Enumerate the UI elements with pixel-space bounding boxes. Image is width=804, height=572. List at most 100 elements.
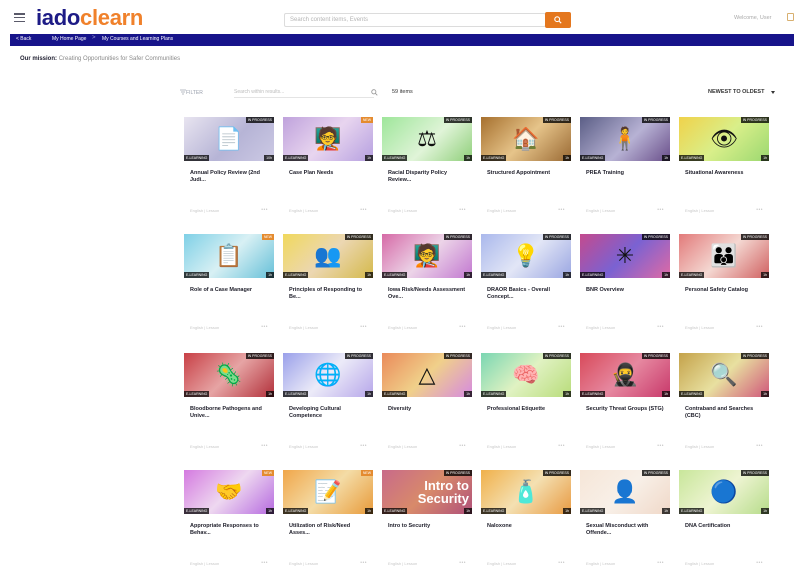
more-options-icon[interactable]: ••• [459, 560, 466, 566]
course-card[interactable]: 🧴 IN PROGRESS E-LEARNING 1h Naloxone English … [481, 470, 571, 572]
course-card[interactable]: 🧑‍🏫 NEW E-LEARNING 1h Case Plan Needs English… [283, 117, 373, 219]
course-title[interactable]: Role of a Case Manager [190, 287, 268, 294]
course-title[interactable]: Situational Awareness [685, 170, 763, 177]
chevron-down-icon[interactable] [771, 91, 775, 94]
course-thumbnail[interactable]: 🧴 IN PROGRESS E-LEARNING 1h [481, 470, 571, 514]
course-card[interactable]: 📋 NEW E-LEARNING 1h Role of a Case Manager En… [184, 234, 274, 336]
more-options-icon[interactable]: ••• [261, 560, 268, 566]
course-title[interactable]: PREA Training [586, 170, 664, 177]
course-card[interactable]: 👥 IN PROGRESS E-LEARNING 1h Principles of Re… [283, 234, 373, 336]
course-thumbnail[interactable]: 📝 NEW E-LEARNING 1h [283, 470, 373, 514]
course-thumbnail[interactable]: 👤 IN PROGRESS E-LEARNING 1h [580, 470, 670, 514]
course-card[interactable]: 📝 NEW E-LEARNING 1h Utilization of Risk/Need… [283, 470, 373, 572]
search-icon[interactable] [371, 89, 378, 96]
course-title[interactable]: Appropriate Responses to Behav... [190, 523, 268, 536]
more-options-icon[interactable]: ••• [261, 207, 268, 213]
course-thumbnail[interactable]: 📄 IN PROGRESS E-LEARNING 10h [184, 117, 274, 161]
course-title[interactable]: Personal Safety Catalog [685, 287, 763, 294]
course-title[interactable]: Utilization of Risk/Need Asses... [289, 523, 367, 536]
more-options-icon[interactable]: ••• [360, 324, 367, 330]
course-thumbnail[interactable]: 📋 NEW E-LEARNING 1h [184, 234, 274, 278]
user-name[interactable]: Welcome, User [734, 15, 772, 21]
course-title[interactable]: Developing Cultural Competence [289, 406, 367, 419]
course-thumbnail[interactable]: 🧍 IN PROGRESS E-LEARNING 1h [580, 117, 670, 161]
course-card[interactable]: 🧍 IN PROGRESS E-LEARNING 1h PREA Training Eng… [580, 117, 670, 219]
course-card[interactable]: 📄 IN PROGRESS E-LEARNING 10h Annual Policy R… [184, 117, 274, 219]
course-thumbnail[interactable]: △ IN PROGRESS E-LEARNING 1h [382, 353, 472, 397]
course-thumbnail[interactable]: ⚖ IN PROGRESS E-LEARNING 1h [382, 117, 472, 161]
course-title[interactable]: Sexual Misconduct with Offende... [586, 523, 664, 536]
course-thumbnail[interactable]: 🥷 IN PROGRESS E-LEARNING 1h [580, 353, 670, 397]
course-thumbnail[interactable]: ✳ IN PROGRESS E-LEARNING 1h [580, 234, 670, 278]
more-options-icon[interactable]: ••• [261, 443, 268, 449]
course-card[interactable]: 🏠 IN PROGRESS E-LEARNING 1h Structured Appoi… [481, 117, 571, 219]
more-options-icon[interactable]: ••• [657, 443, 664, 449]
course-title[interactable]: Case Plan Needs [289, 170, 367, 177]
hamburger-icon[interactable] [14, 13, 25, 23]
more-options-icon[interactable]: ••• [756, 207, 763, 213]
more-options-icon[interactable]: ••• [657, 560, 664, 566]
course-card[interactable]: 🌐 IN PROGRESS E-LEARNING 1h Developing Cultu… [283, 353, 373, 455]
course-card[interactable]: ✳ IN PROGRESS E-LEARNING 1h BNR Overview Engl… [580, 234, 670, 336]
more-options-icon[interactable]: ••• [657, 207, 664, 213]
more-options-icon[interactable]: ••• [558, 560, 565, 566]
breadcrumb-courses[interactable]: My Courses and Learning Plans [102, 36, 173, 43]
more-options-icon[interactable]: ••• [459, 207, 466, 213]
course-thumbnail[interactable]: 👁 IN PROGRESS E-LEARNING 1h [679, 117, 769, 161]
course-thumbnail[interactable]: Intro to Security IN PROGRESS E-LEARNING 1h [382, 470, 472, 514]
more-options-icon[interactable]: ••• [558, 207, 565, 213]
more-options-icon[interactable]: ••• [360, 560, 367, 566]
course-card[interactable]: 🥷 IN PROGRESS E-LEARNING 1h Security Threat … [580, 353, 670, 455]
more-options-icon[interactable]: ••• [657, 324, 664, 330]
more-options-icon[interactable]: ••• [459, 443, 466, 449]
course-card[interactable]: 🧑‍🏫 IN PROGRESS E-LEARNING 1h Iowa Risk/Need… [382, 234, 472, 336]
more-options-icon[interactable]: ••• [756, 324, 763, 330]
more-options-icon[interactable]: ••• [756, 560, 763, 566]
course-card[interactable]: 👤 IN PROGRESS E-LEARNING 1h Sexual Misconduc… [580, 470, 670, 572]
more-options-icon[interactable]: ••• [360, 443, 367, 449]
course-thumbnail[interactable]: 👪 IN PROGRESS E-LEARNING 1h [679, 234, 769, 278]
course-title[interactable]: Annual Policy Review (2nd Judi... [190, 170, 268, 183]
filter-button[interactable]: FILTER [186, 90, 203, 96]
course-title[interactable]: Security Threat Groups (STG) [586, 406, 664, 413]
course-thumbnail[interactable]: 🧑‍🏫 IN PROGRESS E-LEARNING 1h [382, 234, 472, 278]
course-thumbnail[interactable]: 🔵 IN PROGRESS E-LEARNING 1h [679, 470, 769, 514]
course-title[interactable]: Contraband and Searches (CBC) [685, 406, 763, 419]
course-title[interactable]: Iowa Risk/Needs Assessment Ove... [388, 287, 466, 300]
course-card[interactable]: Intro to Security IN PROGRESS E-LEARNING 1h… [382, 470, 472, 572]
course-card[interactable]: 🤝 NEW E-LEARNING 1h Appropriate Responses to… [184, 470, 274, 572]
course-title[interactable]: DNA Certification [685, 523, 763, 530]
course-card[interactable]: 🧠 IN PROGRESS E-LEARNING 1h Professional Eti… [481, 353, 571, 455]
course-title[interactable]: Diversity [388, 406, 466, 413]
course-thumbnail[interactable]: 🧠 IN PROGRESS E-LEARNING 1h [481, 353, 571, 397]
search-input[interactable]: Search content items, Events [284, 13, 546, 27]
logo[interactable]: iadoclearn [36, 7, 143, 29]
course-card[interactable]: 🔍 IN PROGRESS E-LEARNING 1h Contraband and S… [679, 353, 769, 455]
course-title[interactable]: Professional Etiquette [487, 406, 565, 413]
course-card[interactable]: △ IN PROGRESS E-LEARNING 1h Diversity English… [382, 353, 472, 455]
course-thumbnail[interactable]: 🏠 IN PROGRESS E-LEARNING 1h [481, 117, 571, 161]
course-thumbnail[interactable]: 🦠 IN PROGRESS E-LEARNING 1h [184, 353, 274, 397]
course-title[interactable]: Racial Disparity Policy Review... [388, 170, 466, 183]
more-options-icon[interactable]: ••• [360, 207, 367, 213]
course-title[interactable]: Intro to Security [388, 523, 466, 530]
course-title[interactable]: Structured Appointment [487, 170, 565, 177]
more-options-icon[interactable]: ••• [756, 443, 763, 449]
course-title[interactable]: Naloxone [487, 523, 565, 530]
course-thumbnail[interactable]: 🌐 IN PROGRESS E-LEARNING 1h [283, 353, 373, 397]
course-title[interactable]: BNR Overview [586, 287, 664, 294]
course-thumbnail[interactable]: 🔍 IN PROGRESS E-LEARNING 1h [679, 353, 769, 397]
course-thumbnail[interactable]: 🧑‍🏫 NEW E-LEARNING 1h [283, 117, 373, 161]
course-card[interactable]: 🦠 IN PROGRESS E-LEARNING 1h Bloodborne Patho… [184, 353, 274, 455]
course-card[interactable]: 👁 IN PROGRESS E-LEARNING 1h Situational Awar… [679, 117, 769, 219]
more-options-icon[interactable]: ••• [558, 324, 565, 330]
course-title[interactable]: Principles of Responding to Be... [289, 287, 367, 300]
course-title[interactable]: DRAOR Basics - Overall Concept... [487, 287, 565, 300]
course-card[interactable]: ⚖ IN PROGRESS E-LEARNING 1h Racial Disparity… [382, 117, 472, 219]
more-options-icon[interactable]: ••• [459, 324, 466, 330]
search-button[interactable] [545, 12, 571, 28]
list-search-input[interactable]: Search within results... [234, 89, 374, 98]
more-options-icon[interactable]: ••• [261, 324, 268, 330]
course-thumbnail[interactable]: 🤝 NEW E-LEARNING 1h [184, 470, 274, 514]
course-card[interactable]: 👪 IN PROGRESS E-LEARNING 1h Personal Safety … [679, 234, 769, 336]
